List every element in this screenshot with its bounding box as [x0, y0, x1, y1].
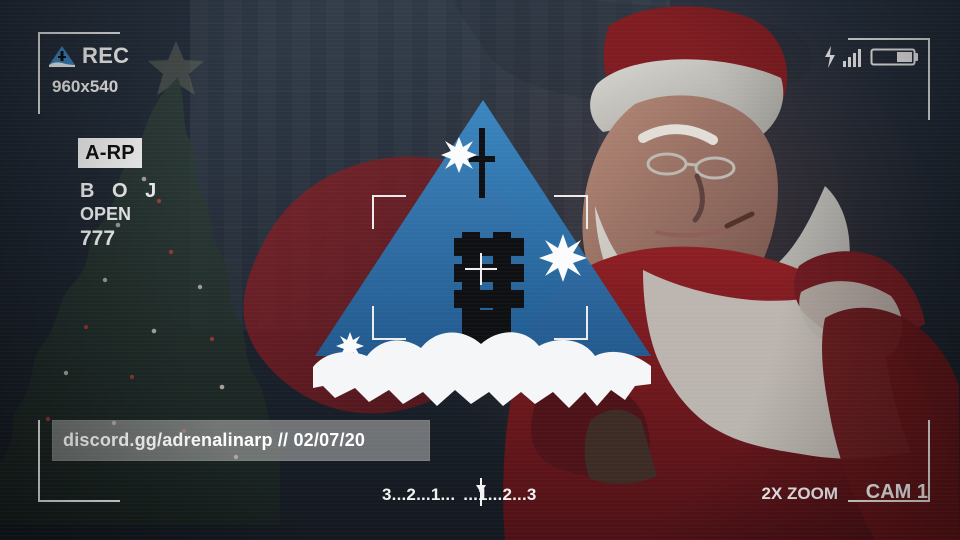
camera-label: CAM 1: [865, 481, 928, 503]
timeline-left: 3...2...1...: [382, 485, 456, 504]
status-icons: [824, 46, 920, 68]
camera-hud: REC 960x540 A-RP B O J OPEN 777 discord.…: [0, 0, 960, 540]
focus-bracket-bottom-left: [372, 306, 406, 340]
timeline-marker-icon: [476, 478, 486, 506]
timeline-right: ...1...2...3: [463, 485, 537, 504]
focus-bracket-bottom-right: [554, 306, 588, 340]
number-label: 777: [80, 227, 116, 250]
zoom-label: 2X ZOOM: [761, 484, 838, 503]
triangle-logo-icon: [49, 46, 75, 67]
rec-indicator: REC: [48, 43, 129, 69]
discord-banner: discord.gg/adrenalinarp // 02/07/20: [52, 420, 430, 461]
flash-icon: [825, 46, 835, 68]
server-badge: A-RP: [78, 138, 142, 168]
focus-bracket-top-right: [554, 195, 588, 229]
battery-icon: [870, 48, 918, 66]
rec-label: REC: [82, 43, 130, 68]
focus-bracket-top-left: [372, 195, 406, 229]
open-label: OPEN: [80, 204, 132, 224]
focus-timeline: 3...2...1... ...1...2...3: [382, 485, 537, 505]
camera-screen: REC 960x540 A-RP B O J OPEN 777 discord.…: [0, 0, 960, 540]
crosshair-icon: [465, 253, 497, 285]
resolution-label: 960x540: [52, 77, 119, 96]
signal-icon: [843, 49, 861, 67]
boj-label: B O J: [80, 180, 163, 202]
